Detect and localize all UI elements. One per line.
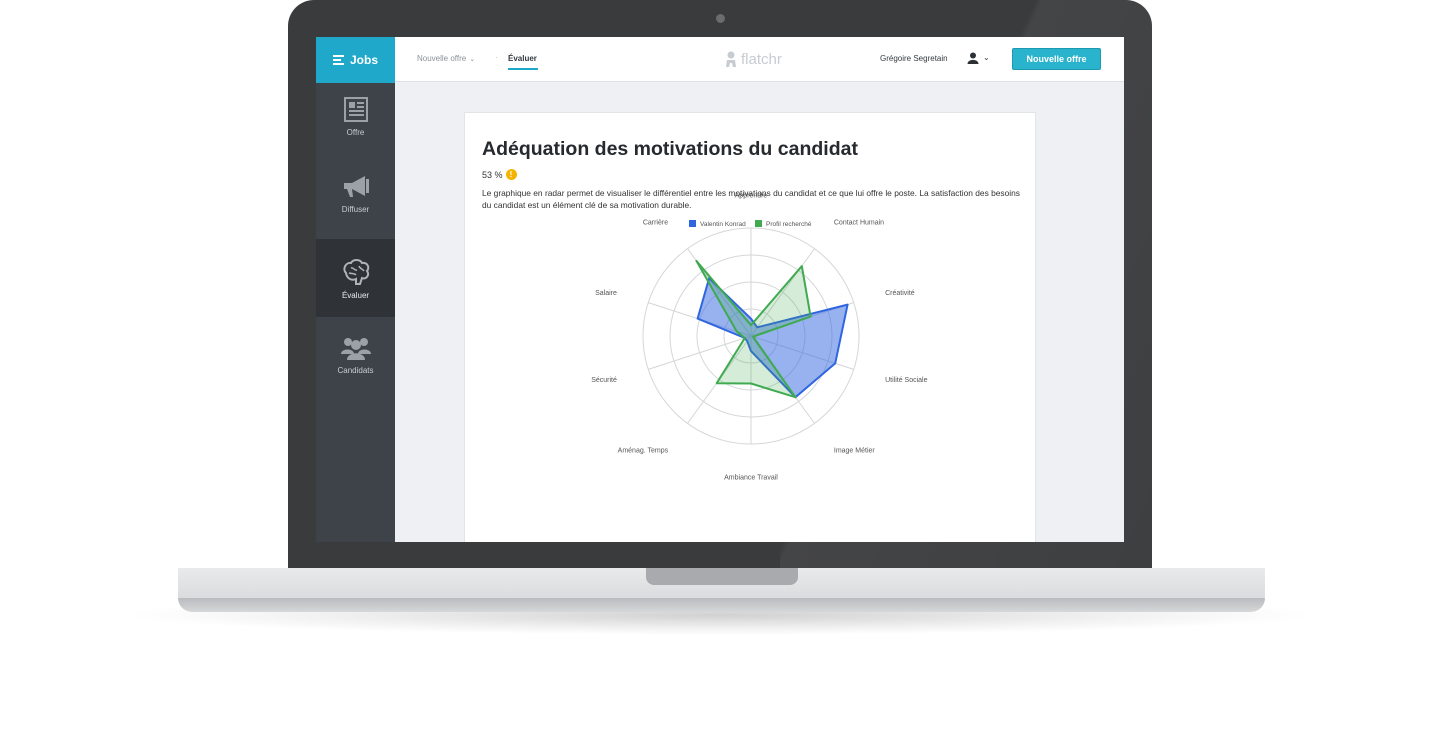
axis-label: Aménag. Temps (618, 448, 669, 455)
laptop-base-lip (178, 598, 1265, 612)
breadcrumb-evaluer[interactable]: Évaluer (508, 54, 537, 63)
sidebar-item-diffuser[interactable]: Diffuser (316, 171, 395, 249)
megaphone-icon (343, 176, 369, 197)
legend-swatch (689, 220, 696, 227)
group-icon (340, 338, 371, 360)
active-tab-underline (508, 68, 538, 70)
sidebar-item-label: Offre (346, 128, 365, 137)
axis-label: Carrière (643, 219, 668, 226)
camera (716, 14, 725, 23)
sidebar-item-evaluer[interactable]: Évaluer (316, 239, 395, 317)
menu-icon (332, 53, 344, 67)
legend-label: Profil recherché (766, 221, 812, 228)
sidebar-item-label: Diffuser (341, 205, 370, 214)
sidebar-item-label: Évaluer (341, 291, 370, 300)
user-icon[interactable] (967, 52, 979, 64)
evaluation-card: Adéquation des motivations du candidat 5… (464, 112, 1036, 542)
jobs-label: Jobs (349, 53, 378, 67)
flatchr-logo-icon (726, 51, 736, 67)
chevron-down-icon[interactable]: ⌄ (983, 53, 990, 62)
legend-label: Valentin Konrad (700, 221, 746, 228)
jobs-button[interactable]: Jobs (316, 37, 395, 83)
axis-label: Utilité Sociale (885, 377, 928, 384)
breadcrumb-label: Nouvelle offre (417, 54, 467, 63)
sidebar: Jobs Offre Diffuser Évaluer Candidats (316, 37, 395, 542)
brain-icon (342, 259, 369, 285)
laptop-notch (646, 568, 798, 585)
user-name[interactable]: Grégoire Segretain (880, 54, 948, 63)
new-offer-button[interactable]: Nouvelle offre (1012, 48, 1101, 70)
sidebar-item-candidats[interactable]: Candidats (316, 334, 395, 412)
radar-chart: Apprendre Contact Humain Créativité Utilité… (591, 193, 928, 482)
flatchr-logo: flatchr (725, 50, 782, 68)
screen: Jobs Offre Diffuser Évaluer Candidats No… (316, 37, 1124, 542)
breadcrumb-separator: · (495, 53, 498, 62)
sidebar-item-offre[interactable]: Offre (316, 94, 395, 172)
axis-label: Image Métier (834, 448, 876, 455)
axis-label: Apprendre (735, 193, 768, 200)
logo-text: flatchr (741, 50, 782, 68)
axis-label: Sécurité (591, 377, 617, 384)
top-bar: Nouvelle offre ⌄ · Évaluer flatchr Grégoi… (395, 37, 1124, 82)
laptop-mockup: Jobs Offre Diffuser Évaluer Candidats No… (0, 0, 1437, 748)
newspaper-icon (343, 97, 368, 122)
axis-label: Ambiance Travail (724, 475, 778, 482)
chevron-down-icon: ⌄ (469, 56, 476, 63)
breadcrumb-nouvelle-offre[interactable]: Nouvelle offre ⌄ (417, 54, 475, 63)
axis-label: Contact Humain (834, 219, 884, 226)
axis-label: Salaire (595, 290, 617, 297)
axis-label: Créativité (885, 290, 915, 297)
sidebar-item-label: Candidats (337, 366, 374, 375)
legend-swatch (755, 220, 762, 227)
